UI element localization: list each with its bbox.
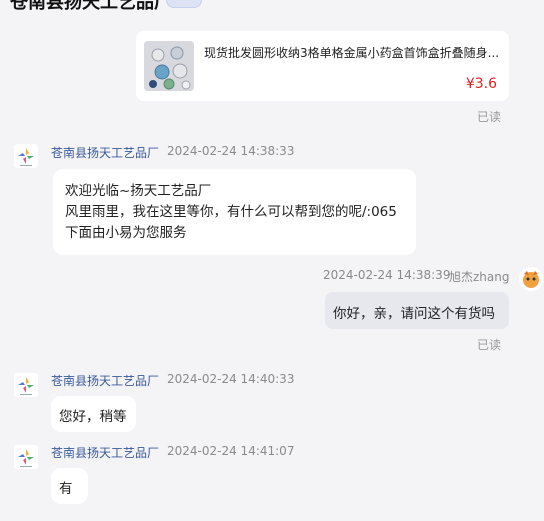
message-bubble: 欢迎光临~扬天工艺品厂 风里雨里，我在这里等你，有什么可以帮到您的呢/:065 … bbox=[53, 169, 416, 255]
message-text: 你好，亲，请问这个有货吗 bbox=[333, 306, 495, 322]
message-line: 欢迎光临~扬天工艺品厂 bbox=[65, 183, 212, 199]
shop-avatar bbox=[14, 373, 38, 397]
message-time: 2024-02-24 14:38:39 bbox=[323, 268, 451, 282]
message-line: 下面由小易为您服务 bbox=[65, 225, 187, 241]
shop-avatar bbox=[14, 445, 38, 469]
message-time: 2024-02-24 14:41:07 bbox=[167, 444, 295, 458]
message-time: 2024-02-24 14:38:33 bbox=[167, 144, 295, 158]
message-line: 风里雨里，我在这里等你，有什么可以帮到您的呢/:065 bbox=[65, 204, 397, 220]
product-card[interactable]: 现货批发圆形收纳3格单格金属小药盒首饰盒折叠随身... ¥3.6 bbox=[136, 31, 509, 101]
message-bubble-self: 你好，亲，请问这个有货吗 bbox=[325, 292, 509, 329]
read-status: 已读 bbox=[477, 338, 502, 352]
message-time: 2024-02-24 14:40:33 bbox=[167, 372, 295, 386]
message-bubble: 有 bbox=[51, 468, 88, 504]
read-status: 已读 bbox=[477, 110, 502, 124]
message-text: 您好，稍等 bbox=[59, 409, 127, 425]
sender-name: 苍南县扬天工艺品厂 bbox=[51, 374, 160, 388]
message-bubble: 您好，稍等 bbox=[51, 396, 136, 432]
sender-name: 苍南县扬天工艺品厂 bbox=[51, 446, 160, 460]
message-text: 有 bbox=[59, 481, 73, 497]
product-price: ¥3.6 bbox=[465, 76, 497, 92]
shop-avatar bbox=[14, 144, 38, 168]
product-title: 现货批发圆形收纳3格单格金属小药盒首饰盒折叠随身... bbox=[204, 46, 500, 60]
header-badge bbox=[166, 0, 202, 8]
product-thumbnail bbox=[144, 41, 194, 91]
user-avatar bbox=[519, 267, 543, 291]
chat-title: 苍南县扬天工艺品厂 bbox=[10, 0, 172, 13]
sender-name: 苍南县扬天工艺品厂 bbox=[51, 146, 160, 160]
user-name: 旭杰zhang bbox=[449, 270, 510, 284]
